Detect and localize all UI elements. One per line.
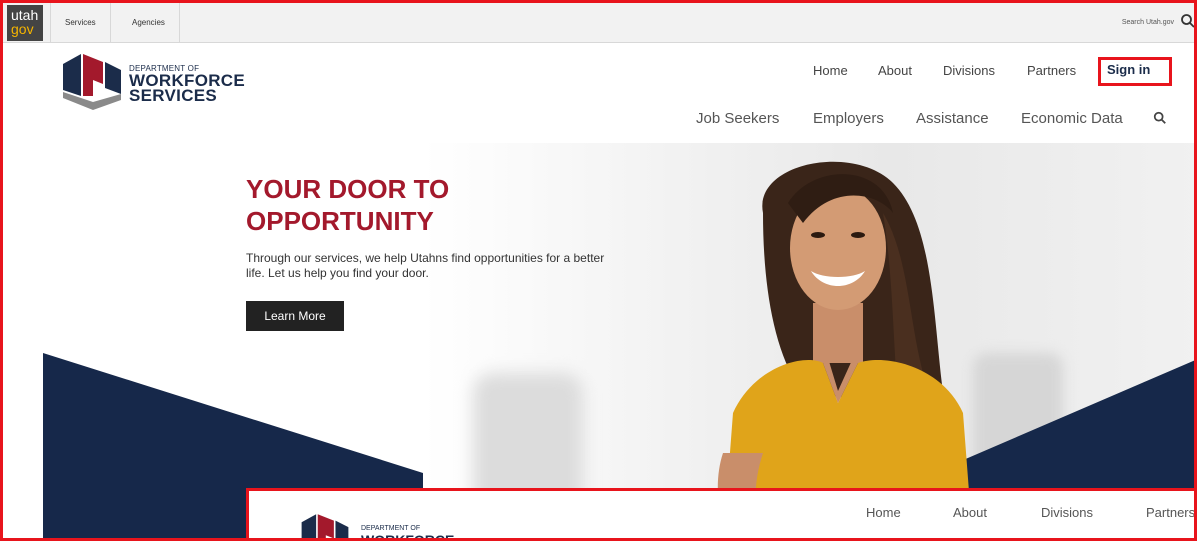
- utah-logo-top: utah: [11, 7, 39, 23]
- nav-assistance[interactable]: Assistance: [916, 110, 989, 127]
- utah-gov-bar: utah gov Services Agencies Search Utah.g…: [3, 3, 1194, 43]
- nav-divisions[interactable]: Divisions: [943, 63, 995, 78]
- nav-economic-data[interactable]: Economic Data: [1021, 110, 1123, 127]
- hero-title: YOUR DOOR TO OPPORTUNITY: [246, 174, 450, 236]
- dws-logo-text: DEPARTMENT OF WORKFORCE SERVICES: [129, 64, 245, 105]
- browser-frame: utah gov Services Agencies Search Utah.g…: [0, 0, 1197, 541]
- inset-nav-about[interactable]: About: [953, 505, 987, 520]
- inset-nav-partners[interactable]: Partners: [1146, 505, 1194, 520]
- nav-partners[interactable]: Partners: [1027, 63, 1076, 78]
- utah-search-input[interactable]: Search Utah.gov: [1122, 3, 1174, 43]
- inset-nav-home[interactable]: Home: [866, 505, 901, 520]
- dws-logo-mark-icon: [63, 54, 121, 110]
- inset-logo-text: DEPARTMENT OF WORKFORCE: [361, 525, 455, 541]
- inset-logo-workforce: WORKFORCE: [361, 532, 455, 541]
- inset-dws-logo-icon: [301, 514, 349, 538]
- inset-nav-divisions[interactable]: Divisions: [1041, 505, 1093, 520]
- utah-agencies-link[interactable]: Agencies: [118, 3, 180, 43]
- dws-logo[interactable]: DEPARTMENT OF WORKFORCE SERVICES: [59, 50, 259, 112]
- utah-services-link[interactable]: Services: [50, 3, 111, 43]
- woman-photo: [717, 161, 973, 538]
- utah-logo-bottom: gov: [11, 21, 34, 37]
- site-search-icon[interactable]: [1153, 111, 1167, 128]
- sign-in-link[interactable]: Sign in: [1107, 62, 1150, 77]
- inset-header-screenshot: DEPARTMENT OF WORKFORCE Home About Divis…: [246, 488, 1194, 541]
- logo-services-text: SERVICES: [129, 86, 218, 105]
- nav-home[interactable]: Home: [813, 63, 848, 78]
- search-icon[interactable]: [1180, 13, 1194, 33]
- utah-gov-logo[interactable]: utah gov: [7, 5, 43, 41]
- learn-more-button[interactable]: Learn More: [246, 301, 344, 331]
- hero-section: YOUR DOOR TO OPPORTUNITY Through our ser…: [3, 143, 1194, 538]
- hero-description: Through our services, we help Utahns fin…: [246, 251, 605, 280]
- nav-employers[interactable]: Employers: [813, 110, 884, 127]
- nav-about[interactable]: About: [878, 63, 912, 78]
- nav-job-seekers[interactable]: Job Seekers: [696, 110, 779, 127]
